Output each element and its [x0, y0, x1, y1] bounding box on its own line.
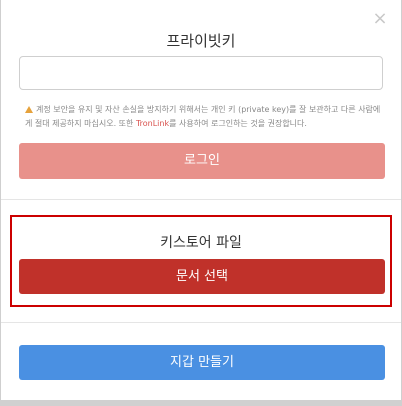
create-wallet-button[interactable]: 지갑 만들기 — [19, 345, 385, 380]
security-warning: 계정 보안을 유지 및 자산 손실을 방지하기 위해서는 개인 키 (priva… — [25, 103, 381, 131]
close-icon[interactable]: × — [371, 10, 389, 28]
section-divider — [1, 199, 401, 200]
private-key-input[interactable] — [19, 56, 383, 90]
section-divider — [1, 322, 401, 323]
private-key-title: 프라이빗키 — [166, 32, 236, 50]
keystore-title: 키스토어 파일 — [160, 235, 242, 251]
tronlink-link[interactable]: TronLink — [136, 119, 169, 128]
bottom-bar — [0, 400, 402, 406]
warning-text-end: 를 사용하여 로그인하는 것을 권장합니다. — [169, 119, 307, 128]
select-file-button[interactable]: 문서 선택 — [19, 259, 385, 294]
login-button[interactable]: 로그인 — [19, 143, 385, 179]
login-modal: × 프라이빗키 계정 보안을 유지 및 자산 손실을 방지하기 위해서는 개인 … — [0, 0, 402, 406]
warning-icon — [25, 106, 33, 113]
